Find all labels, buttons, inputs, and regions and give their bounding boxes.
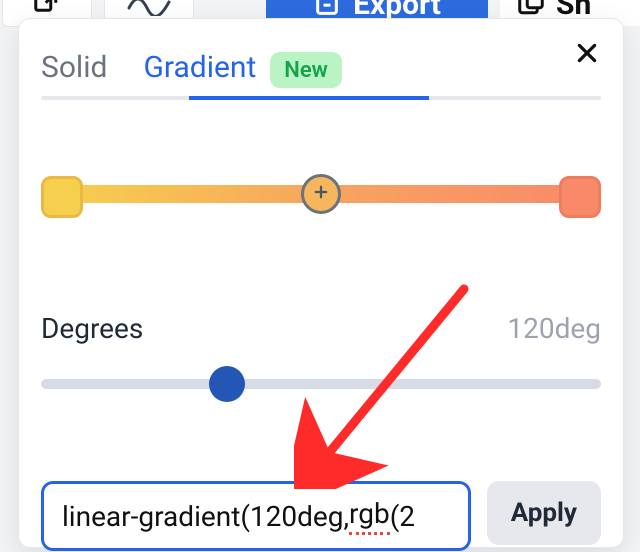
apply-button-label: Apply: [511, 498, 577, 528]
tab-gradient[interactable]: Gradient: [143, 53, 256, 99]
close-icon: [574, 40, 600, 70]
plus-icon: [312, 183, 330, 205]
degrees-slider-track: [41, 379, 601, 389]
share-icon: [516, 0, 546, 19]
close-button[interactable]: [567, 35, 607, 75]
css-gradient-input[interactable]: linear-gradient(120deg, rgb(2: [41, 481, 471, 551]
degrees-slider[interactable]: [41, 363, 601, 403]
degrees-label: Degrees: [41, 312, 143, 345]
tabs-underline: [41, 96, 601, 100]
gradient-stop-left[interactable]: [41, 176, 83, 218]
tab-solid[interactable]: Solid: [41, 53, 107, 99]
add-stop-button[interactable]: [301, 174, 341, 214]
degrees-value: 120deg: [507, 312, 601, 345]
tabs-active-indicator: [189, 96, 429, 100]
css-apply-row: linear-gradient(120deg, rgb(2 Apply: [41, 481, 601, 551]
tab-gradient-label: Gradient: [143, 50, 256, 85]
css-input-text-suffix: (2: [390, 500, 415, 533]
tab-solid-label: Solid: [41, 50, 107, 85]
css-input-text-prefix: linear-gradient(120deg,: [62, 500, 349, 533]
picker-tabs: Solid Gradient New: [41, 41, 601, 99]
degrees-slider-thumb[interactable]: [209, 366, 245, 402]
css-input-text-spelled: rgb: [349, 497, 390, 535]
degrees-row: Degrees 120deg: [41, 312, 601, 345]
gradient-stops-bar[interactable]: [41, 176, 601, 212]
apply-button[interactable]: Apply: [487, 481, 601, 545]
new-badge: New: [270, 52, 342, 88]
export-icon: [313, 0, 341, 18]
gradient-picker-panel: Solid Gradient New Degre: [18, 18, 624, 548]
gradient-stop-right[interactable]: [559, 176, 601, 218]
